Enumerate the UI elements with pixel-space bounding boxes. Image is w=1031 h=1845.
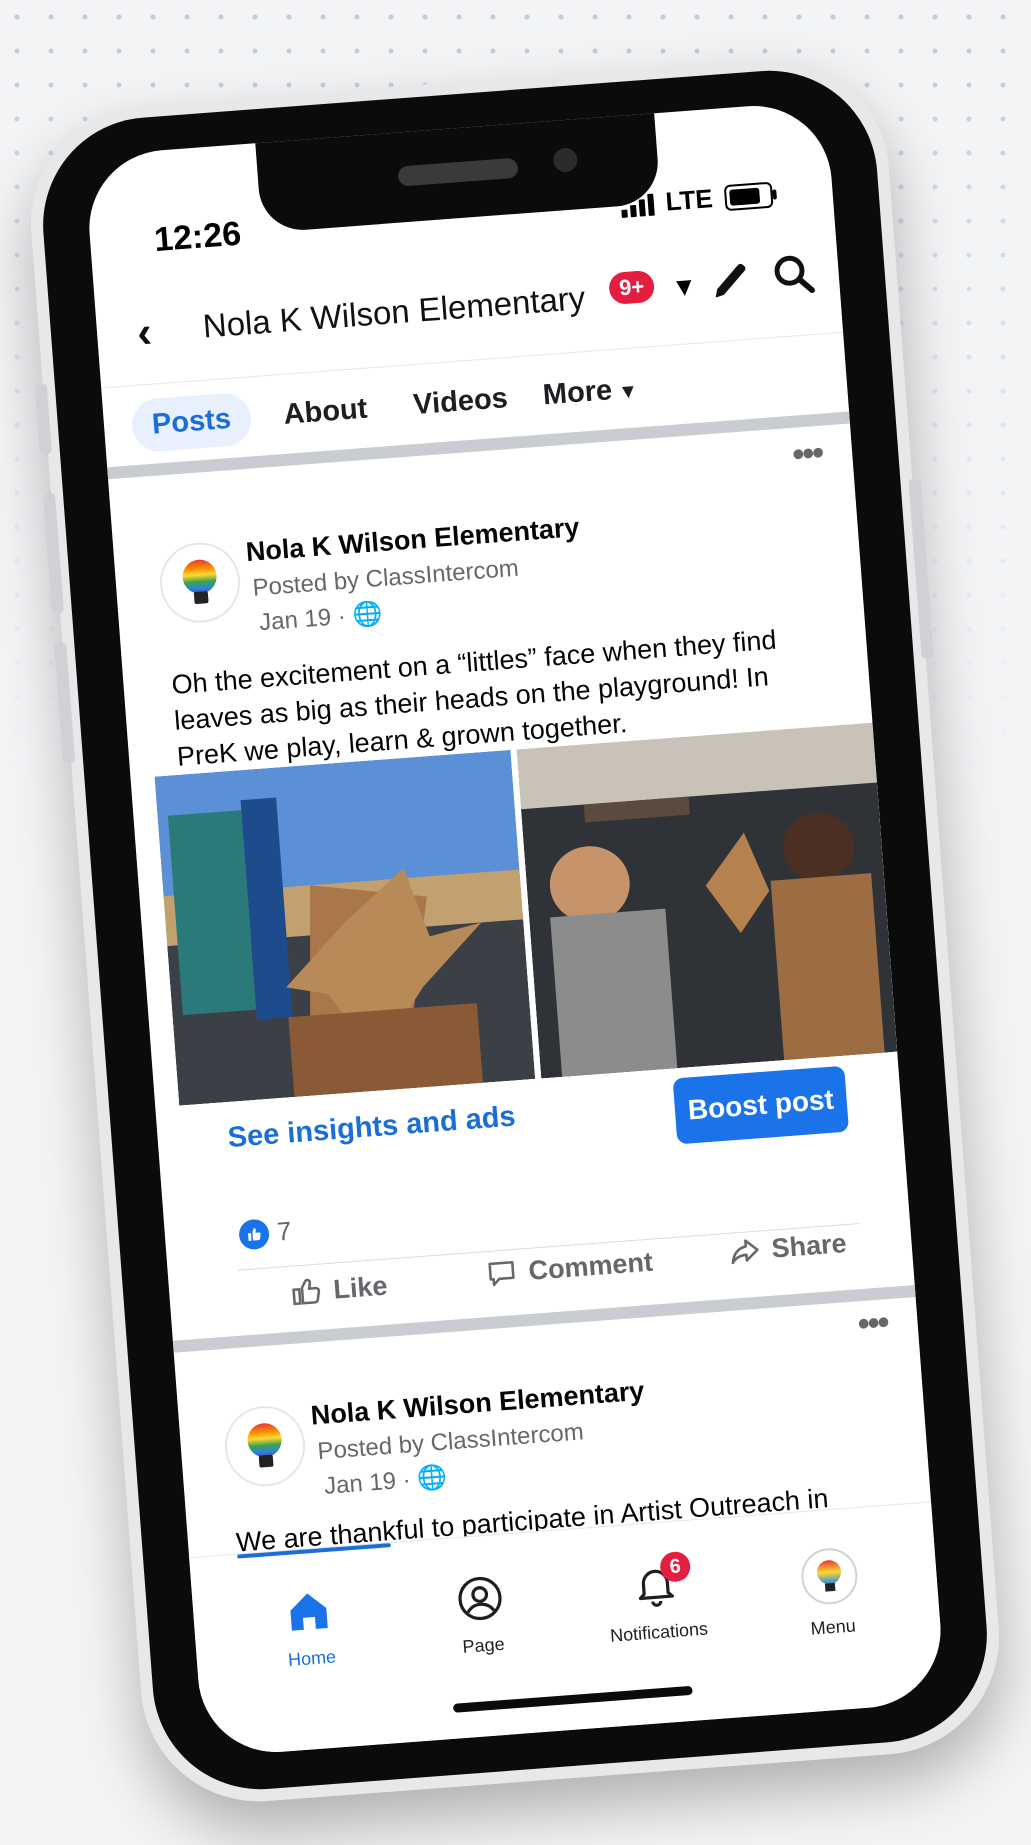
chevron-down-icon[interactable]: ▼: [670, 271, 698, 304]
home-icon: [290, 1593, 328, 1631]
battery-icon: [723, 181, 774, 211]
post-author[interactable]: Nola K Wilson Elementary: [245, 512, 581, 568]
speaker: [397, 157, 519, 187]
tab-videos[interactable]: Videos: [391, 371, 529, 434]
search-icon[interactable]: [769, 250, 818, 299]
chevron-down-icon: ▼: [617, 380, 639, 404]
reaction-summary[interactable]: 7: [237, 1215, 293, 1251]
nav-menu[interactable]: Menu: [762, 1543, 898, 1642]
tab-posts[interactable]: Posts: [130, 391, 253, 454]
like-button[interactable]: Like: [288, 1269, 388, 1310]
tab-more-label: More: [541, 374, 614, 412]
nav-page-label: Page: [461, 1633, 506, 1657]
share-icon: [731, 1239, 759, 1265]
like-count: 7: [275, 1215, 293, 1247]
pencil-icon[interactable]: [707, 256, 754, 303]
page-switch-badge[interactable]: 9+: [608, 269, 656, 306]
post-photo[interactable]: [516, 722, 898, 1079]
boost-post-button[interactable]: Boost post: [672, 1065, 850, 1145]
nav-menu-label: Menu: [809, 1615, 857, 1639]
like-icon: [237, 1217, 271, 1251]
like-icon: [292, 1278, 321, 1306]
nav-home[interactable]: Home: [242, 1583, 378, 1675]
page-title[interactable]: Nola K Wilson Elementary: [201, 279, 586, 346]
avatar[interactable]: [222, 1403, 308, 1490]
globe-icon: 🌐: [416, 1463, 449, 1493]
like-label: Like: [332, 1270, 389, 1305]
post-photos: [154, 722, 898, 1106]
post-card: ••• Nola K Wilson Elementary Posted by C…: [108, 423, 913, 1316]
home-indicator[interactable]: [452, 1685, 693, 1713]
see-insights-link[interactable]: See insights and ads: [227, 1101, 517, 1156]
post-date-text: Jan 19 ·: [258, 602, 354, 637]
nav-notifications[interactable]: 6 Notifications: [589, 1550, 725, 1649]
post-author[interactable]: Nola K Wilson Elementary: [310, 1376, 646, 1432]
avatar[interactable]: [157, 539, 243, 626]
back-arrow-icon[interactable]: ‹: [135, 308, 153, 359]
phone: 12:26 LTE ‹ Nola K Wilson Elementary 9+ …: [22, 50, 1008, 1810]
comment-icon: [488, 1260, 515, 1287]
globe-icon: 🌐: [351, 600, 384, 630]
more-dots-icon[interactable]: •••: [856, 1303, 889, 1344]
menu-avatar: [799, 1546, 860, 1607]
tab-about[interactable]: About: [262, 381, 389, 443]
more-dots-icon[interactable]: •••: [791, 434, 824, 475]
share-label: Share: [770, 1227, 848, 1264]
post-date-text: Jan 19 ·: [323, 1465, 419, 1500]
post-photo[interactable]: [154, 749, 536, 1106]
status-time: 12:26: [152, 214, 243, 260]
post-date[interactable]: Jan 19 · 🌐: [258, 599, 383, 637]
network-type: LTE: [664, 183, 714, 217]
nav-page[interactable]: Page: [413, 1570, 549, 1662]
tab-more[interactable]: More ▼: [521, 361, 660, 424]
comment-label: Comment: [527, 1246, 654, 1286]
phone-screen: 12:26 LTE ‹ Nola K Wilson Elementary 9+ …: [83, 100, 947, 1758]
front-camera: [552, 147, 579, 173]
nav-home-label: Home: [287, 1646, 337, 1671]
profile-icon: [458, 1576, 502, 1621]
nav-notifications-label: Notifications: [609, 1618, 709, 1646]
post-date[interactable]: Jan 19 · 🌐: [323, 1463, 448, 1501]
